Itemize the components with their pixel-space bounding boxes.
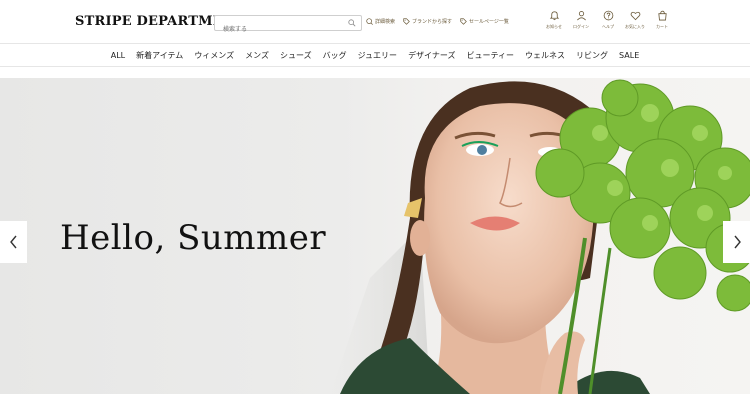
login-label: ログイン [573, 24, 589, 29]
brand-search-label: ブランドから探す [412, 19, 453, 25]
user-icon [576, 11, 586, 21]
category-nav: ALL 新着アイテム ウィメンズ メンズ シューズ バッグ ジュエリー デザイナ… [0, 45, 750, 67]
nav-item-beauty[interactable]: ビューティー [467, 50, 515, 61]
cart-icon [657, 10, 667, 21]
search-detail-icon [366, 18, 373, 25]
search-icon[interactable] [348, 19, 356, 27]
nav-item-all[interactable]: ALL [111, 51, 125, 60]
chevron-left-icon [9, 235, 17, 249]
notification-button[interactable]: お知らせ [545, 10, 563, 30]
hero-title: Hello, Summer [60, 218, 327, 258]
carousel-prev-button[interactable] [0, 221, 27, 263]
sale-list-label: セールページ一覧 [469, 19, 509, 25]
chevron-right-icon [733, 235, 741, 249]
help-icon [603, 10, 613, 21]
detail-search-label: 詳細検索 [375, 19, 396, 25]
bell-icon [549, 11, 559, 21]
cart-label: カート [656, 24, 668, 29]
favorite-label: お気に入り [625, 24, 645, 29]
carousel-next-button[interactable] [723, 221, 750, 263]
nav-item-sale[interactable]: SALE [619, 51, 639, 60]
nav-item-mens[interactable]: メンズ [245, 50, 269, 61]
nav-item-bags[interactable]: バッグ [323, 50, 347, 61]
site-header: STRIPE DEPARTMENT 詳細検索 ブランドから探す [0, 0, 750, 44]
notification-label: お知らせ [546, 24, 562, 29]
nav-item-wellness[interactable]: ウェルネス [525, 50, 565, 61]
header-links: 詳細検索 ブランドから探す セールページ一覧 [366, 18, 509, 25]
tag-icon [403, 18, 410, 25]
help-label: ヘルプ [602, 24, 614, 29]
sale-list-link[interactable]: セールページ一覧 [460, 18, 509, 25]
nav-item-womens[interactable]: ウィメンズ [194, 50, 234, 61]
heart-icon [630, 11, 640, 21]
cart-button[interactable]: カート [653, 10, 671, 30]
tag-icon [460, 18, 467, 25]
detail-search-link[interactable]: 詳細検索 [366, 18, 395, 25]
nav-item-jewelry[interactable]: ジュエリー [358, 50, 397, 61]
search-box[interactable] [214, 15, 362, 37]
brand-search-link[interactable]: ブランドから探す [403, 18, 452, 25]
nav-item-designers[interactable]: デザイナーズ [408, 50, 455, 61]
hero-banner[interactable]: Hello, Summer [0, 78, 750, 394]
nav-item-living[interactable]: リビング [576, 50, 608, 61]
search-input[interactable] [215, 22, 343, 37]
help-button[interactable]: ヘルプ [599, 10, 617, 30]
nav-item-shoes[interactable]: シューズ [280, 50, 312, 61]
favorite-button[interactable]: お気に入り [625, 10, 645, 30]
login-button[interactable]: ログイン [572, 10, 590, 30]
header-icons: お知らせ ログイン ヘルプ お気に入り カート [545, 10, 671, 30]
nav-item-new[interactable]: 新着アイテム [136, 50, 183, 61]
